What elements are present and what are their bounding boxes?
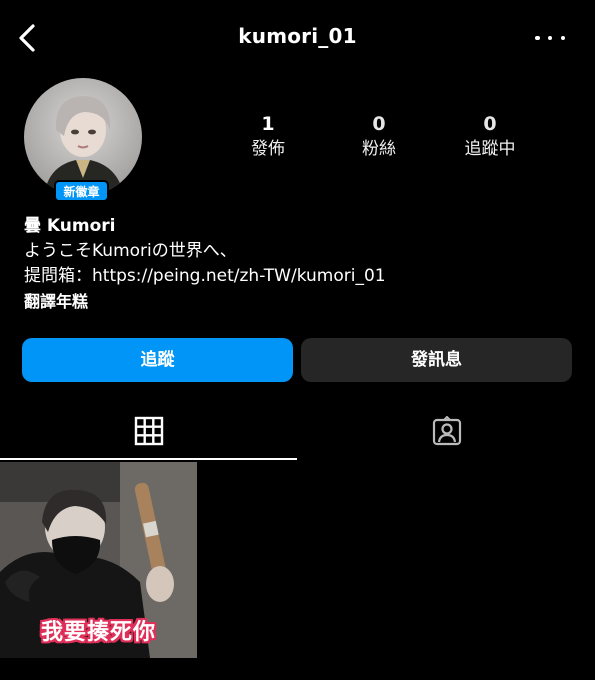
tab-posts-grid[interactable] bbox=[0, 400, 297, 460]
display-name: 曇 Kumori bbox=[24, 216, 116, 236]
stat-following[interactable]: 0 追蹤中 bbox=[445, 112, 535, 160]
new-badge-label[interactable]: 新徽章 bbox=[54, 180, 109, 202]
more-options-button[interactable] bbox=[535, 30, 565, 46]
stat-posts-label: 發佈 bbox=[251, 139, 285, 159]
follow-button[interactable]: 追蹤 bbox=[22, 338, 293, 382]
stat-posts-count: 1 bbox=[261, 113, 275, 135]
message-button[interactable]: 發訊息 bbox=[301, 338, 572, 382]
profile-bio: 曇 Kumori ようこそKumoriの世界へ、 提問箱：https://pei… bbox=[24, 214, 386, 314]
avatar-photo bbox=[24, 78, 142, 196]
tab-tagged[interactable] bbox=[298, 400, 595, 460]
bio-line: ようこそKumoriの世界へ、 bbox=[24, 241, 237, 261]
tagged-person-icon bbox=[432, 416, 461, 446]
stat-following-label: 追蹤中 bbox=[464, 139, 516, 159]
avatar[interactable] bbox=[24, 78, 142, 196]
profile-username: kumori_01 bbox=[238, 24, 357, 48]
translate-link[interactable]: 翻譯年糕 bbox=[24, 289, 386, 314]
stat-followers-count: 0 bbox=[372, 113, 386, 135]
stat-followers[interactable]: 0 粉絲 bbox=[334, 112, 424, 160]
post-caption: 我要揍死你 bbox=[40, 620, 156, 645]
grid-icon bbox=[134, 416, 163, 446]
stat-followers-label: 粉絲 bbox=[362, 139, 396, 159]
bio-link-line[interactable]: 提問箱：https://peing.net/zh-TW/kumori_01 bbox=[24, 264, 386, 289]
top-bar: kumori_01 bbox=[0, 0, 595, 76]
post-thumbnail[interactable]: 我要揍死你 bbox=[0, 462, 197, 658]
stat-following-count: 0 bbox=[483, 113, 497, 135]
more-horizontal-icon bbox=[535, 35, 540, 41]
profile-tabs bbox=[0, 400, 595, 460]
stat-posts[interactable]: 1 發佈 bbox=[223, 112, 313, 160]
